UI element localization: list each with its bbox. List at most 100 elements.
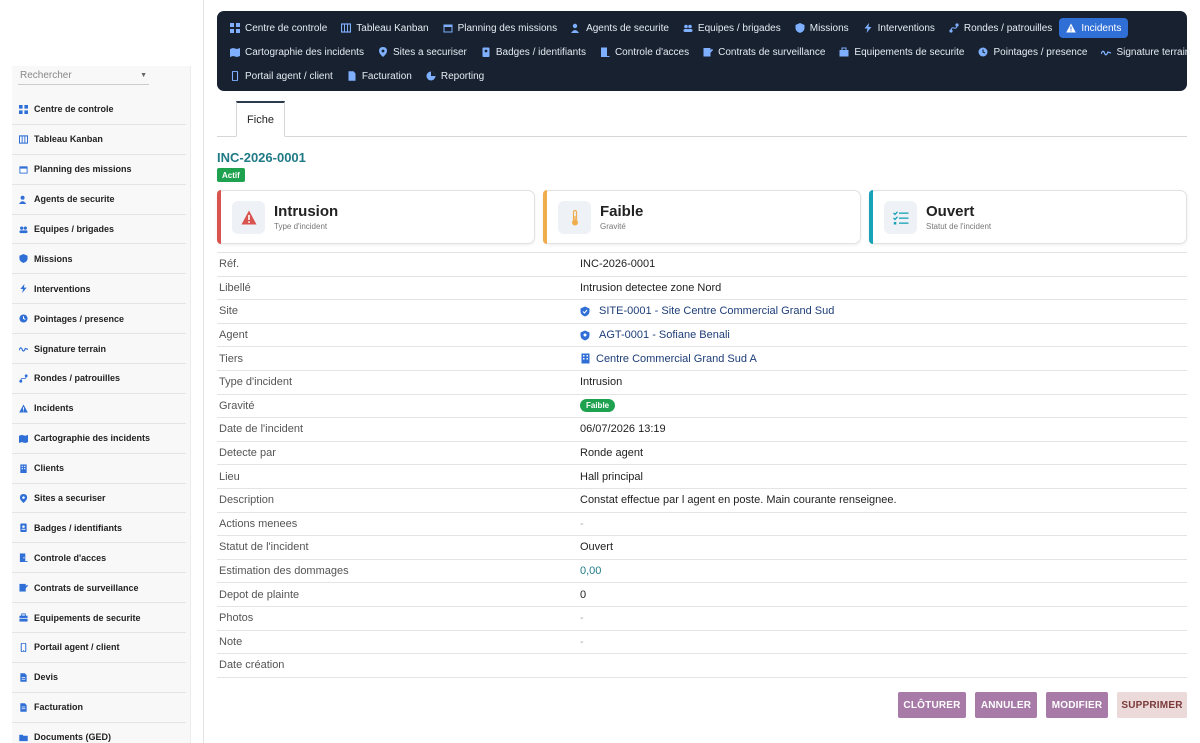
field-value: Ronde agent xyxy=(580,447,643,460)
mobile-icon xyxy=(19,642,28,652)
nav-label: Sites a securiser xyxy=(392,46,467,58)
nav-missions[interactable]: Missions xyxy=(788,18,856,38)
nav-equipes[interactable]: Equipes / brigades xyxy=(676,18,788,38)
field-label: Libellé xyxy=(219,281,251,294)
nav-agents[interactable]: Agents de securite xyxy=(564,18,676,38)
sidebar-item-pointages[interactable]: Pointages / presence xyxy=(12,304,186,335)
search-select[interactable]: Rechercher ▼ xyxy=(18,66,149,85)
nav-controle-acces[interactable]: Controle d'acces xyxy=(593,42,696,62)
signature-icon xyxy=(1101,47,1112,57)
signature-icon xyxy=(19,344,28,353)
field-value: Hall principal xyxy=(580,470,643,483)
sidebar-item-interventions[interactable]: Interventions xyxy=(12,274,186,305)
sidebar-item-label: Incidents xyxy=(34,403,74,414)
nav-facturation[interactable]: Facturation xyxy=(340,66,419,86)
field-value: - xyxy=(580,612,584,625)
nav-sites[interactable]: Sites a securiser xyxy=(371,42,474,62)
sidebar-item-controle-acces[interactable]: Controle d'acces xyxy=(12,543,186,574)
nav-label: Rondes / patrouilles xyxy=(963,22,1053,34)
sidebar-item-equipes[interactable]: Equipes / brigades xyxy=(12,215,186,245)
shield-icon xyxy=(795,23,805,33)
sidebar-item-equipements[interactable]: Equipements de securite xyxy=(12,603,186,634)
clock-icon xyxy=(978,47,988,57)
field-value: - xyxy=(580,517,584,530)
annuler-button[interactable]: ANNULER xyxy=(975,692,1037,718)
sidebar-item-signature[interactable]: Signature terrain xyxy=(12,334,186,365)
warning-icon xyxy=(1066,23,1077,33)
sidebar-item-portail[interactable]: Portail agent / client xyxy=(12,633,186,663)
nav-label: Badges / identifiants xyxy=(495,46,586,58)
nav-label: Portail agent / client xyxy=(245,70,333,82)
tab-fiche[interactable]: Fiche xyxy=(236,101,285,137)
sidebar-item-centre-de-controle[interactable]: Centre de controle xyxy=(12,95,186,125)
sidebar-item-devis[interactable]: Devis xyxy=(12,663,186,693)
field-value: Intrusion detectee zone Nord xyxy=(580,281,722,294)
toolbox-icon xyxy=(19,613,28,622)
nav-reporting[interactable]: Reporting xyxy=(419,66,491,86)
badge-icon xyxy=(19,523,28,533)
nav-incidents[interactable]: Incidents xyxy=(1059,18,1129,38)
supprimer-button[interactable]: SUPPRIMER xyxy=(1117,692,1187,718)
modifier-button[interactable]: MODIFIER xyxy=(1046,692,1108,718)
nav-portail[interactable]: Portail agent / client xyxy=(223,66,340,86)
nav-badges[interactable]: Badges / identifiants xyxy=(474,42,593,62)
field-value: Ouvert xyxy=(580,541,614,554)
field-label: Depot de plainte xyxy=(219,588,300,601)
sidebar-item-planning[interactable]: Planning des missions xyxy=(12,155,186,185)
nav-pointages[interactable]: Pointages / presence xyxy=(971,42,1094,62)
sidebar-item-agents[interactable]: Agents de securite xyxy=(12,185,186,215)
sidebar-item-documents[interactable]: Documents (GED) xyxy=(12,723,186,743)
sidebar-item-missions[interactable]: Missions xyxy=(12,244,186,275)
sidebar-item-sites[interactable]: Sites a securiser xyxy=(12,484,186,514)
nav-signature[interactable]: Signature terrain xyxy=(1094,42,1197,62)
sidebar-item-rondes[interactable]: Rondes / patrouilles xyxy=(12,364,186,394)
sidebar-item-label: Badges / identifiants xyxy=(34,522,123,533)
search-placeholder: Rechercher xyxy=(20,69,72,81)
sidebar-item-tableau-kanban[interactable]: Tableau Kanban xyxy=(12,125,186,155)
sidebar-item-cartographie[interactable]: Cartographie des incidents xyxy=(12,424,186,454)
calendar-icon xyxy=(443,23,453,33)
sidebar-item-badges[interactable]: Badges / identifiants xyxy=(12,513,186,544)
sidebar-item-label: Portail agent / client xyxy=(34,642,120,653)
sidebar-item-clients[interactable]: Clients xyxy=(12,454,186,484)
nav-interventions[interactable]: Interventions xyxy=(856,18,942,38)
nav-row-2: Cartographie des incidents Sites a secur… xyxy=(223,40,1190,64)
field-row-date: Date de l'incident 06/07/2026 13:19 xyxy=(217,418,1187,442)
field-label: Date de l'incident xyxy=(219,423,304,436)
sidebar-item-contrats[interactable]: Contrats de surveillance xyxy=(12,573,186,604)
nav-label: Equipes / brigades xyxy=(697,22,781,34)
badge-icon xyxy=(481,47,491,57)
cloturer-button[interactable]: CLÔTURER xyxy=(898,692,966,718)
sidebar-item-label: Cartographie des incidents xyxy=(34,433,151,444)
tiers-link[interactable]: Centre Commercial Grand Sud A xyxy=(580,353,757,365)
nav-contrats[interactable]: Contrats de surveillance xyxy=(696,42,832,62)
field-row-agent: Agent AGT-0001 - Sofiane Benali xyxy=(217,324,1187,348)
site-link[interactable]: SITE-0001 - Site Centre Commercial Grand… xyxy=(580,305,834,317)
sidebar-item-label: Controle d'acces xyxy=(34,552,107,563)
sidebar-item-incidents[interactable]: Incidents xyxy=(12,394,186,424)
contract-icon xyxy=(19,583,28,592)
agent-link[interactable]: AGT-0001 - Sofiane Benali xyxy=(580,329,730,341)
sidebar-item-facturation[interactable]: Facturation xyxy=(12,693,186,723)
chart-icon xyxy=(426,71,436,81)
sidebar-item-label: Pointages / presence xyxy=(34,313,125,324)
nav-label: Planning des missions xyxy=(457,22,558,34)
nav-planning[interactable]: Planning des missions xyxy=(436,18,565,38)
field-row-site: Site SITE-0001 - Site Centre Commercial G… xyxy=(217,300,1187,324)
card-label: Gravité xyxy=(600,222,626,231)
contract-icon xyxy=(703,47,714,57)
nav-equipements[interactable]: Equipements de securite xyxy=(832,42,971,62)
nav-rondes[interactable]: Rondes / patrouilles xyxy=(942,18,1059,38)
nav-cartographie[interactable]: Cartographie des incidents xyxy=(223,42,371,62)
card-accent-bar xyxy=(869,190,873,244)
nav-tableau-kanban[interactable]: Tableau Kanban xyxy=(334,18,435,38)
nav-centre-de-controle[interactable]: Centre de controle xyxy=(223,18,334,38)
shield-icon xyxy=(580,306,590,317)
map-icon xyxy=(19,434,28,443)
field-row-detecte: Detecte par Ronde agent xyxy=(217,442,1187,466)
route-icon xyxy=(19,374,28,383)
building-icon xyxy=(19,464,28,473)
field-row-actions: Actions menees - xyxy=(217,513,1187,537)
nav-label: Interventions xyxy=(877,22,935,34)
user-shield-icon xyxy=(19,195,28,204)
